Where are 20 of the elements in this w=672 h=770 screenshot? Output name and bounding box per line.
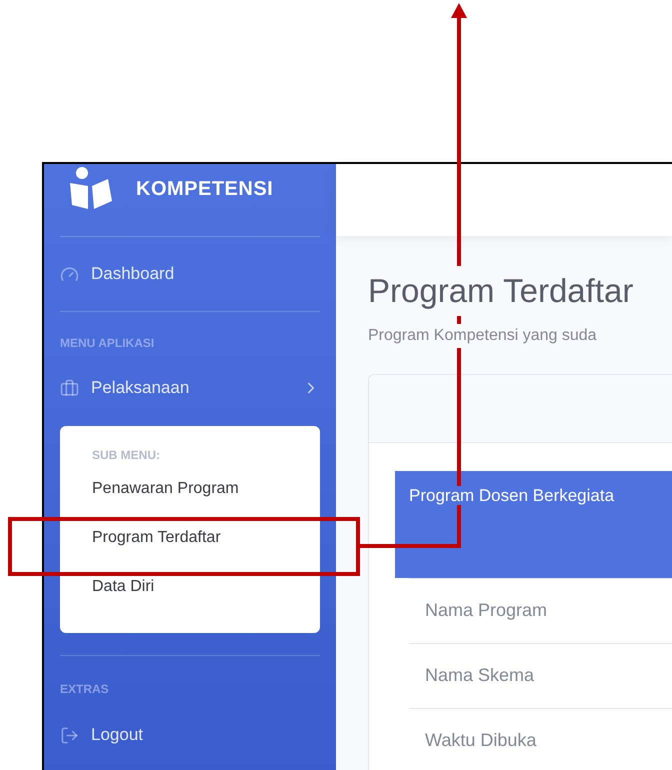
dashboard-link[interactable]: Dashboard [60, 237, 320, 311]
row-label: Waktu Dibuka [425, 729, 536, 752]
page-title: Program Terdaftar [368, 266, 634, 316]
briefcase-icon [60, 378, 79, 398]
brand-title: KOMPETENSI [136, 177, 274, 202]
pelaksanaan-link[interactable]: Pelaksanaan [60, 358, 320, 418]
row-label: Nama Program [425, 599, 548, 622]
section-heading: MENU APLIKASI [60, 335, 156, 352]
table-header-text: Program Dosen Berkegiata [409, 486, 614, 504]
page-subtitle: Program Kompetensi yang suda [368, 324, 597, 348]
row-label: Nama Skema [425, 664, 534, 687]
submenu-item[interactable]: Penawaran Program [92, 464, 288, 513]
submenu-heading: SUB MENU: [92, 447, 161, 464]
submenu-item[interactable]: Data Diri [92, 562, 288, 611]
logo-icon [68, 167, 112, 211]
logout-icon [60, 726, 79, 744]
section-heading: EXTRAS [60, 681, 110, 698]
gauge-icon [60, 264, 79, 284]
logout-link[interactable]: Logout [60, 710, 320, 760]
submenu-item[interactable]: Program Terdaftar [92, 513, 288, 562]
